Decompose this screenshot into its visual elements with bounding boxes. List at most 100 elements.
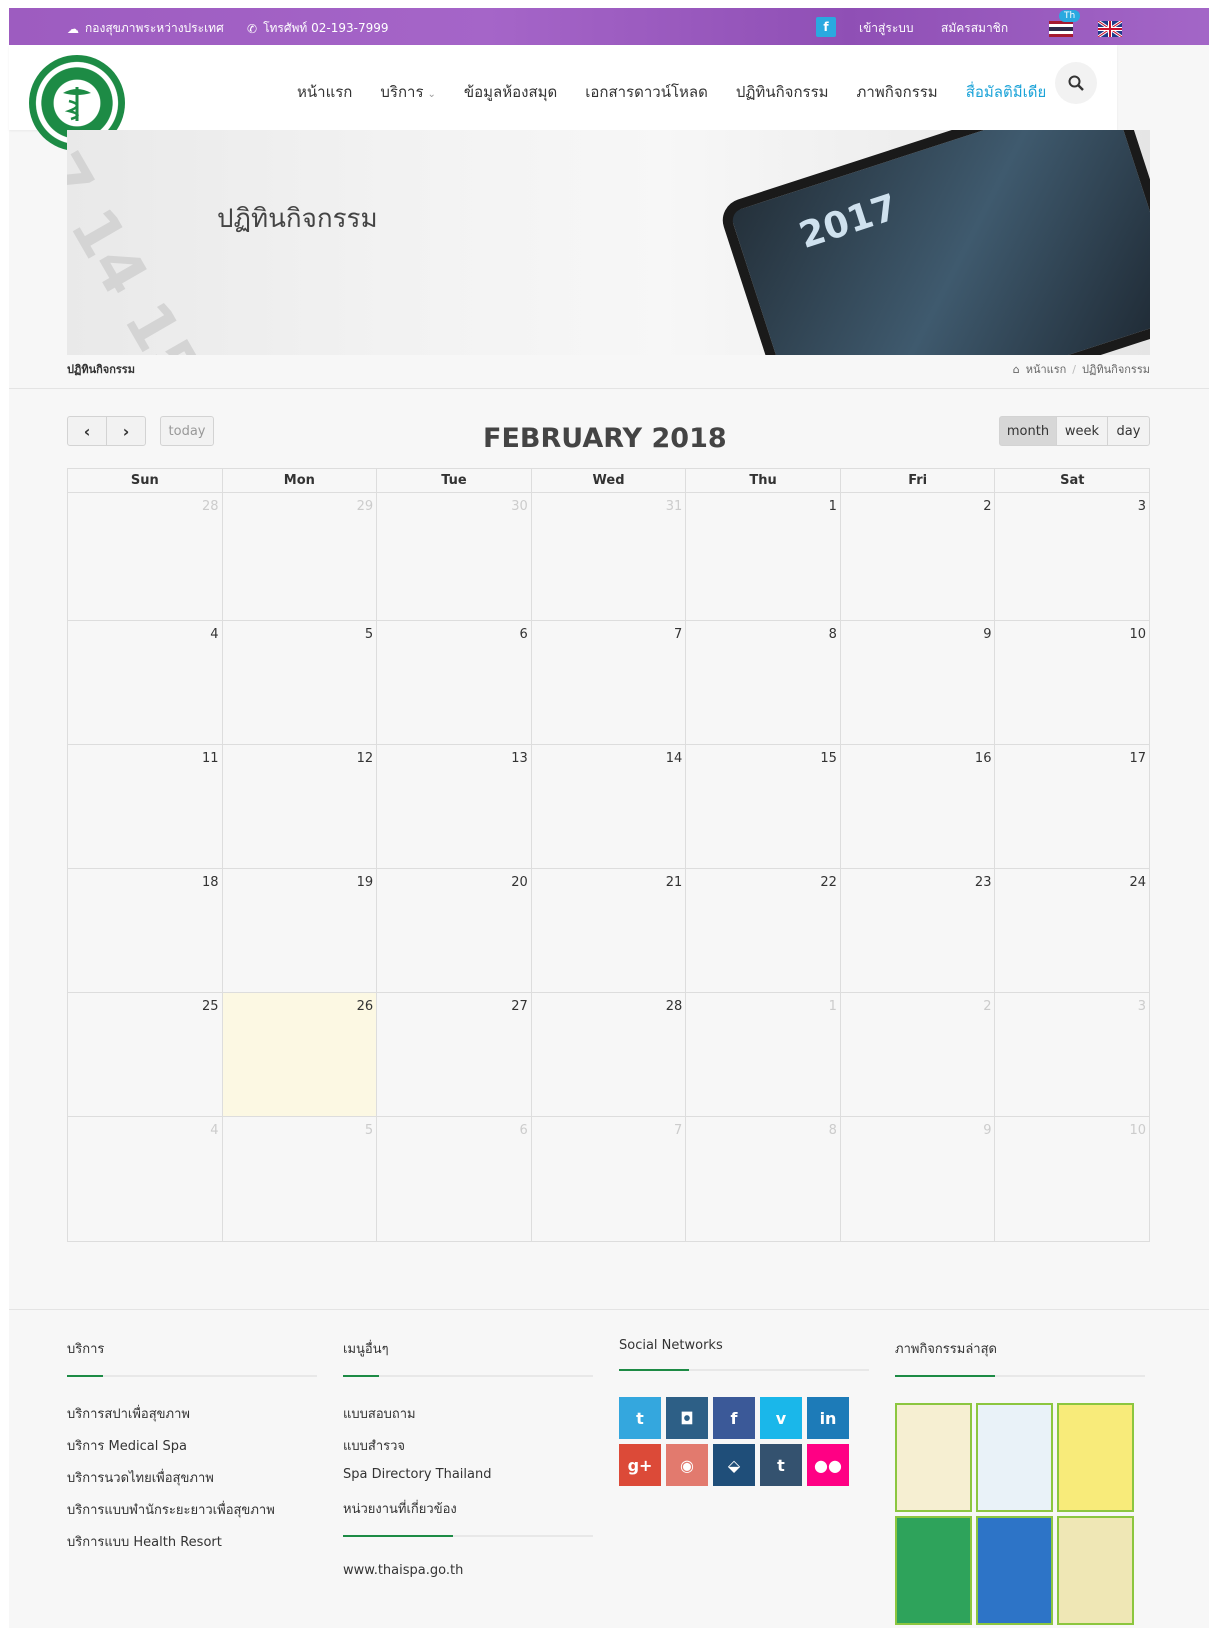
nav-services[interactable]: บริการ ⌄ — [380, 80, 436, 104]
calendar-day[interactable]: 28 — [532, 993, 687, 1116]
month-view-button[interactable]: month — [999, 416, 1057, 446]
google-plus-icon[interactable]: g+ — [619, 1444, 661, 1486]
menu-link[interactable]: แบบสำรวจ — [343, 1435, 593, 1456]
calendar-day[interactable]: 20 — [377, 869, 532, 992]
service-link[interactable]: บริการแบบพำนักระยะยาวเพื่อสุขภาพ — [67, 1499, 317, 1520]
nav-home[interactable]: หน้าแรก — [297, 80, 352, 104]
calendar-day[interactable]: 9 — [841, 621, 996, 744]
calendar-day[interactable]: 5 — [223, 1117, 378, 1241]
gallery-thumbnail[interactable] — [895, 1403, 972, 1512]
nav-downloads[interactable]: เอกสารดาวน์โหลด — [585, 80, 708, 104]
uk-flag-icon[interactable] — [1098, 21, 1122, 37]
nav-calendar[interactable]: ปฏิทินกิจกรรม — [736, 80, 829, 104]
facebook-icon[interactable]: f — [816, 17, 836, 37]
calendar-day[interactable]: 4 — [68, 1117, 223, 1241]
tumblr-icon[interactable]: t — [760, 1444, 802, 1486]
calendar-day[interactable]: 22 — [686, 869, 841, 992]
calendar-day[interactable]: 2 — [841, 993, 996, 1116]
banner-title: ปฏิทินกิจกรรม — [217, 204, 378, 234]
login-link[interactable]: เข้าสู่ระบบ — [859, 19, 914, 38]
service-link[interactable]: บริการสปาเพื่อสุขภาพ — [67, 1403, 317, 1424]
register-link[interactable]: สมัครสมาชิก — [941, 19, 1008, 38]
calendar-day[interactable]: 28 — [68, 493, 223, 620]
calendar-day[interactable]: 6 — [377, 1117, 532, 1241]
calendar-day[interactable]: 1 — [686, 493, 841, 620]
gallery-thumbnail[interactable] — [976, 1403, 1053, 1512]
calendar-day[interactable]: 27 — [377, 993, 532, 1116]
prev-button[interactable]: ‹ — [67, 416, 107, 446]
calendar-day[interactable]: 19 — [223, 869, 378, 992]
twitter-icon[interactable]: t — [619, 1397, 661, 1439]
calendar-grid: Sun Mon Tue Wed Thu Fri Sat 28 29 30 31 1 2 3 4 5 6 7 8 9 1… — [67, 468, 1150, 1242]
calendar-day[interactable]: 13 — [377, 745, 532, 868]
linkedin-icon[interactable]: in — [807, 1397, 849, 1439]
calendar-day[interactable]: 15 — [686, 745, 841, 868]
related-link[interactable]: www.thaispa.go.th — [343, 1563, 593, 1578]
chevron-right-icon: › — [122, 421, 130, 441]
calendar-day[interactable]: 11 — [68, 745, 223, 868]
division-link[interactable]: ☁ กองสุขภาพระหว่างประเทศ — [67, 19, 224, 38]
facebook-icon[interactable]: f — [713, 1397, 755, 1439]
service-link[interactable]: บริการนวดไทยเพื่อสุขภาพ — [67, 1467, 317, 1488]
service-link[interactable]: บริการแบบ Health Resort — [67, 1531, 317, 1552]
gallery-thumbnail[interactable] — [1057, 1403, 1134, 1512]
calendar-day[interactable]: 4 — [68, 621, 223, 744]
footer-divider — [9, 1309, 1209, 1310]
divider — [9, 388, 1209, 389]
calendar-day[interactable]: 18 — [68, 869, 223, 992]
calendar-day[interactable]: 3 — [995, 493, 1149, 620]
menu-link[interactable]: Spa Directory Thailand — [343, 1467, 593, 1482]
calendar-day[interactable]: 25 — [68, 993, 223, 1116]
calendar-day[interactable]: 31 — [532, 493, 687, 620]
calendar-day[interactable]: 5 — [223, 621, 378, 744]
dribbble-icon[interactable]: ◉ — [666, 1444, 708, 1486]
calendar-day[interactable]: 29 — [223, 493, 378, 620]
calendar-day[interactable]: 23 — [841, 869, 996, 992]
calendar-day[interactable]: 7 — [532, 1117, 687, 1241]
nav-multimedia[interactable]: สื่อมัลติมีเดีย — [966, 80, 1047, 104]
gallery-thumbnail[interactable] — [1057, 1516, 1134, 1625]
footer-underline — [67, 1375, 317, 1377]
calendar-day[interactable]: 16 — [841, 745, 996, 868]
calendar-day[interactable]: 10 — [995, 621, 1149, 744]
calendar-day[interactable]: 8 — [686, 1117, 841, 1241]
calendar-day[interactable]: 2 — [841, 493, 996, 620]
next-button[interactable]: › — [106, 416, 146, 446]
calendar-day[interactable]: 24 — [995, 869, 1149, 992]
thai-flag-icon[interactable] — [1049, 21, 1073, 37]
calendar-day[interactable]: 14 — [532, 745, 687, 868]
day-view-button[interactable]: day — [1107, 416, 1150, 446]
today-button[interactable]: today — [160, 416, 214, 446]
calendar-day[interactable]: 21 — [532, 869, 687, 992]
calendar-day[interactable]: 10 — [995, 1117, 1149, 1241]
calendar-day[interactable]: 1 — [686, 993, 841, 1116]
footer-underline — [895, 1375, 1145, 1377]
menu-list: แบบสอบถามแบบสำรวจ Spa Directory Thailand — [343, 1403, 593, 1482]
calendar-day[interactable]: 8 — [686, 621, 841, 744]
service-link[interactable]: บริการ Medical Spa — [67, 1435, 317, 1456]
gallery-thumbnail[interactable] — [976, 1516, 1053, 1625]
calendar-day[interactable]: 9 — [841, 1117, 996, 1241]
instagram-icon[interactable]: ◘ — [666, 1397, 708, 1439]
breadcrumb-home[interactable]: หน้าแรก — [1026, 360, 1067, 378]
calendar-day[interactable]: 6 — [377, 621, 532, 744]
calendar-day[interactable]: 12 — [223, 745, 378, 868]
footer-gallery: ภาพกิจกรรมล่าสุด — [895, 1338, 1145, 1625]
search-button[interactable] — [1055, 62, 1097, 104]
calendar-day-today[interactable]: 26 — [222, 993, 378, 1116]
calendar-day[interactable]: 7 — [532, 621, 687, 744]
calendar-day[interactable]: 17 — [995, 745, 1149, 868]
nav-library[interactable]: ข้อมูลห้องสมุด — [464, 80, 557, 104]
vimeo-icon[interactable]: v — [760, 1397, 802, 1439]
gallery-thumbnail[interactable] — [895, 1516, 972, 1625]
calendar-day[interactable]: 3 — [995, 993, 1149, 1116]
page-heading: ปฏิทินกิจกรรม — [67, 363, 135, 376]
cloud-icon: ☁ — [67, 21, 79, 36]
nav-gallery[interactable]: ภาพกิจกรรม — [857, 80, 938, 104]
week-view-button[interactable]: week — [1056, 416, 1108, 446]
menu-link[interactable]: แบบสอบถาม — [343, 1403, 593, 1424]
foursquare-icon[interactable]: ⬙ — [713, 1444, 755, 1486]
calendar-week-row: 4 5 6 7 8 9 10 — [68, 1117, 1149, 1241]
calendar-day[interactable]: 30 — [377, 493, 532, 620]
flickr-icon[interactable]: ●● — [807, 1444, 849, 1486]
